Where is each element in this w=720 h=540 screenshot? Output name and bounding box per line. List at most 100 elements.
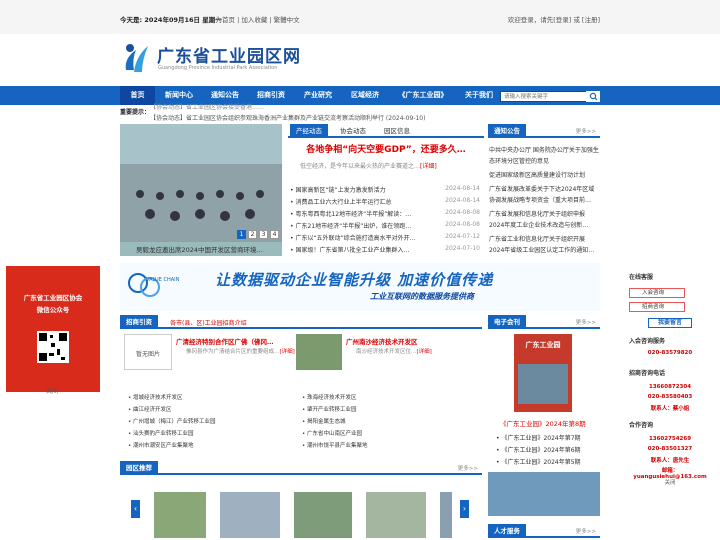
- list-item[interactable]: 促进国家级新区高质量建设行动计划: [489, 170, 599, 181]
- talent-image[interactable]: [488, 472, 600, 516]
- invest-item-1-more[interactable]: [详细]: [280, 349, 295, 355]
- search-icon: [589, 92, 598, 101]
- detail-link[interactable]: [详细]: [420, 163, 437, 170]
- leave-message-button[interactable]: 我要留言: [648, 318, 692, 328]
- ezine-title: 电子会刊: [488, 315, 526, 329]
- invest-title: 招商引资: [120, 315, 158, 329]
- list-item[interactable]: • 曲江经济开发区: [128, 405, 216, 417]
- slide-page-1[interactable]: 1: [237, 230, 246, 239]
- search-input[interactable]: [500, 91, 600, 102]
- news-tabs: 产经动态 协会动态 园区信息: [288, 124, 484, 138]
- invest-tel-1: 13660872304: [648, 384, 692, 390]
- join-tel: 020-83579820: [647, 350, 693, 356]
- tab-parks[interactable]: 园区信息: [378, 124, 416, 138]
- ticker-line-2[interactable]: 【协会动态】省工业园区协会组织参观珠海香洲产业集群及产业链交流考察活动顺利举行 …: [150, 113, 425, 122]
- list-item[interactable]: • 《广东工业园》2024年第6期: [496, 445, 581, 457]
- ezine-cover[interactable]: 广东工业园: [514, 334, 572, 412]
- nav-regional[interactable]: 区域经济: [345, 86, 385, 105]
- invest-contact: 联系人：蔡小姐: [650, 406, 690, 412]
- ezine-more-link[interactable]: 更多>>: [576, 318, 596, 326]
- logo-subtitle: Guangdong Province Industrial Park Assoc…: [158, 65, 278, 71]
- ad-banner[interactable]: VALUE CHAIN 让数据驱动企业智能升级 加速价值传递 工业互联网的数据服…: [120, 263, 600, 311]
- slide-page-2[interactable]: 2: [248, 230, 257, 239]
- park-image[interactable]: [154, 492, 206, 538]
- ticker-line-1[interactable]: 【协会动态】省工业园区协会接受香港……: [150, 102, 264, 111]
- no-image-text: 暂无图片: [135, 351, 160, 358]
- tab-association[interactable]: 协会动态: [334, 124, 372, 138]
- qr-code-icon: [37, 331, 69, 363]
- invest-item-2-title[interactable]: 广州南沙经济技术开发区: [346, 336, 418, 346]
- list-item[interactable]: • 国家高新区“链”上发力激发新活力 2024-08-14: [290, 185, 480, 196]
- list-item[interactable]: • 汕头赛豹产业转移工业园: [128, 429, 216, 441]
- coop-tel-2: 020-83501327: [647, 446, 693, 452]
- slide-caption[interactable]: 吴毅龙应邀出席2024中国开发区营商环境…: [136, 244, 282, 254]
- slide-photo: [120, 124, 282, 242]
- news-ticker: 【协会动态】省工业园区协会接受香港…… 重要提示： 【协会动态】省工业园区协会组…: [120, 104, 600, 122]
- ezine-caption[interactable]: 《广东工业园》2024年第8期: [500, 418, 586, 428]
- list-item[interactable]: • 《广东工业园》2024年第5期: [496, 457, 581, 469]
- park-image[interactable]: [440, 492, 452, 538]
- list-item[interactable]: 广东省发展和信息化厅关于组织申报2024年度工业企业技术改造与创新…: [489, 209, 599, 231]
- list-item[interactable]: • 国家级！广东省第八批全工业产业集群入… 2024-07-10: [290, 245, 480, 256]
- list-item[interactable]: 广东省工业和信息化厅关于组织开展2024年省级工业园区认定工作的通知…: [489, 234, 599, 256]
- coop-tel-1: 13602754269: [648, 436, 692, 442]
- list-item[interactable]: • 广东以“五外联动”综合施打造高水平对外开… 2024-07-12: [290, 233, 480, 244]
- date-text: 今天是: 2024年09月16日 星期一: [120, 16, 222, 24]
- list-item[interactable]: • 肇开产业转移工业园: [302, 405, 368, 417]
- list-item[interactable]: • 《广东工业园》2024年第7期: [496, 433, 581, 445]
- ticker-label: 重要提示：: [120, 109, 151, 116]
- list-item[interactable]: • 粤东粤西粤北12地市经济“半年报”解读：… 2024-08-08: [290, 209, 480, 220]
- logo-title: 广东省工业园区网: [157, 47, 301, 67]
- login-links[interactable]: 欢迎登录，请先[登录] 或 [注册]: [508, 14, 600, 24]
- coop-title: 合作咨询: [629, 422, 654, 429]
- nav-about[interactable]: 关于我们: [460, 86, 498, 105]
- slide-page-4[interactable]: 4: [270, 230, 279, 239]
- list-item[interactable]: 中共中央办公厅 国务院办公厅关于加强生态环境分区管控的意见: [489, 145, 599, 167]
- talent-title: 人才服务: [488, 524, 526, 538]
- online-service-panel: 在线客服 入会咨询 招商咨询 入会咨询服务 020-83579820 招商咨询电…: [626, 268, 714, 488]
- qr-close-button[interactable]: 关闭: [46, 386, 58, 395]
- photo-slideshow[interactable]: 吴毅龙应邀出席2024中国开发区营商环境…: [120, 124, 282, 256]
- banner-main-text: 让数据驱动企业智能升级 加速价值传递: [215, 271, 494, 289]
- list-item[interactable]: 广东省发展改革委关于下达2024年区域协调发展战略专项资金（重大项目前…: [489, 184, 599, 206]
- list-item[interactable]: • 消费品工业六大行业上半年运行汇总 2024-08-14: [290, 197, 480, 208]
- parks-more-link[interactable]: 更多>>: [458, 464, 478, 472]
- park-image[interactable]: [294, 492, 352, 538]
- list-item[interactable]: • 揭阳金属生态城: [302, 417, 368, 429]
- qr-ad-subtitle: 微信公众号: [36, 306, 70, 314]
- invest-item-2-more[interactable]: [详细]: [417, 349, 432, 355]
- search-button[interactable]: [586, 91, 600, 102]
- park-image[interactable]: [220, 492, 280, 538]
- parks-prev-button[interactable]: ‹: [131, 500, 140, 518]
- invest-subtitle[interactable]: 各市(县、区)工业园招商介绍: [170, 318, 247, 327]
- notice-list: 中共中央办公厅 国务院办公厅关于加强生态环境分区管控的意见 促进国家级新区高质量…: [489, 145, 599, 257]
- invest-links-right: • 珠海经济技术开发区 • 肇开产业转移工业园 • 揭阳金属生态城 • 广东省中…: [302, 393, 368, 453]
- list-item[interactable]: • 珠海经济技术开发区: [302, 393, 368, 405]
- list-item[interactable]: • 增城经济技术开发区: [128, 393, 216, 405]
- tab-industry[interactable]: 产经动态: [290, 124, 328, 138]
- invest-image-2[interactable]: [296, 334, 342, 370]
- invest-links-left: • 增城经济技术开发区 • 曲江经济开发区 • 广州增城（梅江）产业转移工业园 …: [128, 393, 216, 453]
- invest-consult-button[interactable]: 招商咨询: [629, 302, 685, 312]
- join-consult-button[interactable]: 入会咨询: [629, 288, 685, 298]
- talent-header: 人才服务 更多>>: [488, 524, 600, 538]
- panel-close-button[interactable]: 关闭: [626, 478, 714, 486]
- parks-next-button[interactable]: ›: [460, 500, 469, 518]
- nav-research[interactable]: 产业研究: [298, 86, 338, 105]
- list-item[interactable]: • 广州增城（梅江）产业转移工业园: [128, 417, 216, 429]
- headline[interactable]: 各地争相“向天空要GDP”，还要多久…: [288, 142, 484, 155]
- invest-item-1-title[interactable]: 广清经济特别合作区广佛（佛冈…: [176, 336, 274, 346]
- list-item[interactable]: • 广东21地市经济“半年报”出炉，谁在领跑… 2024-08-08: [290, 221, 480, 232]
- site-logo[interactable]: 广东省工业园区网 Guangdong Province Industrial P…: [120, 40, 340, 76]
- top-links[interactable]: 设为首页 | 加入收藏 | 繁體中文: [209, 14, 300, 24]
- invest-image-1[interactable]: 暂无图片: [124, 334, 172, 370]
- talent-more-link[interactable]: 更多>>: [576, 527, 596, 535]
- park-image[interactable]: [366, 492, 426, 538]
- list-item[interactable]: • 潮州市饶平县产业集聚地: [302, 441, 368, 453]
- wechat-qr-ad[interactable]: 广东省工业园区协会 微信公众号: [6, 266, 100, 392]
- list-item[interactable]: • 广东省中山南区产业园: [302, 429, 368, 441]
- notice-more-link[interactable]: 更多>>: [576, 127, 596, 135]
- list-item[interactable]: • 潮州市潮安区产业集聚地: [128, 441, 216, 453]
- nav-magazine[interactable]: 《广东工业园》: [393, 86, 453, 105]
- slide-page-3[interactable]: 3: [259, 230, 268, 239]
